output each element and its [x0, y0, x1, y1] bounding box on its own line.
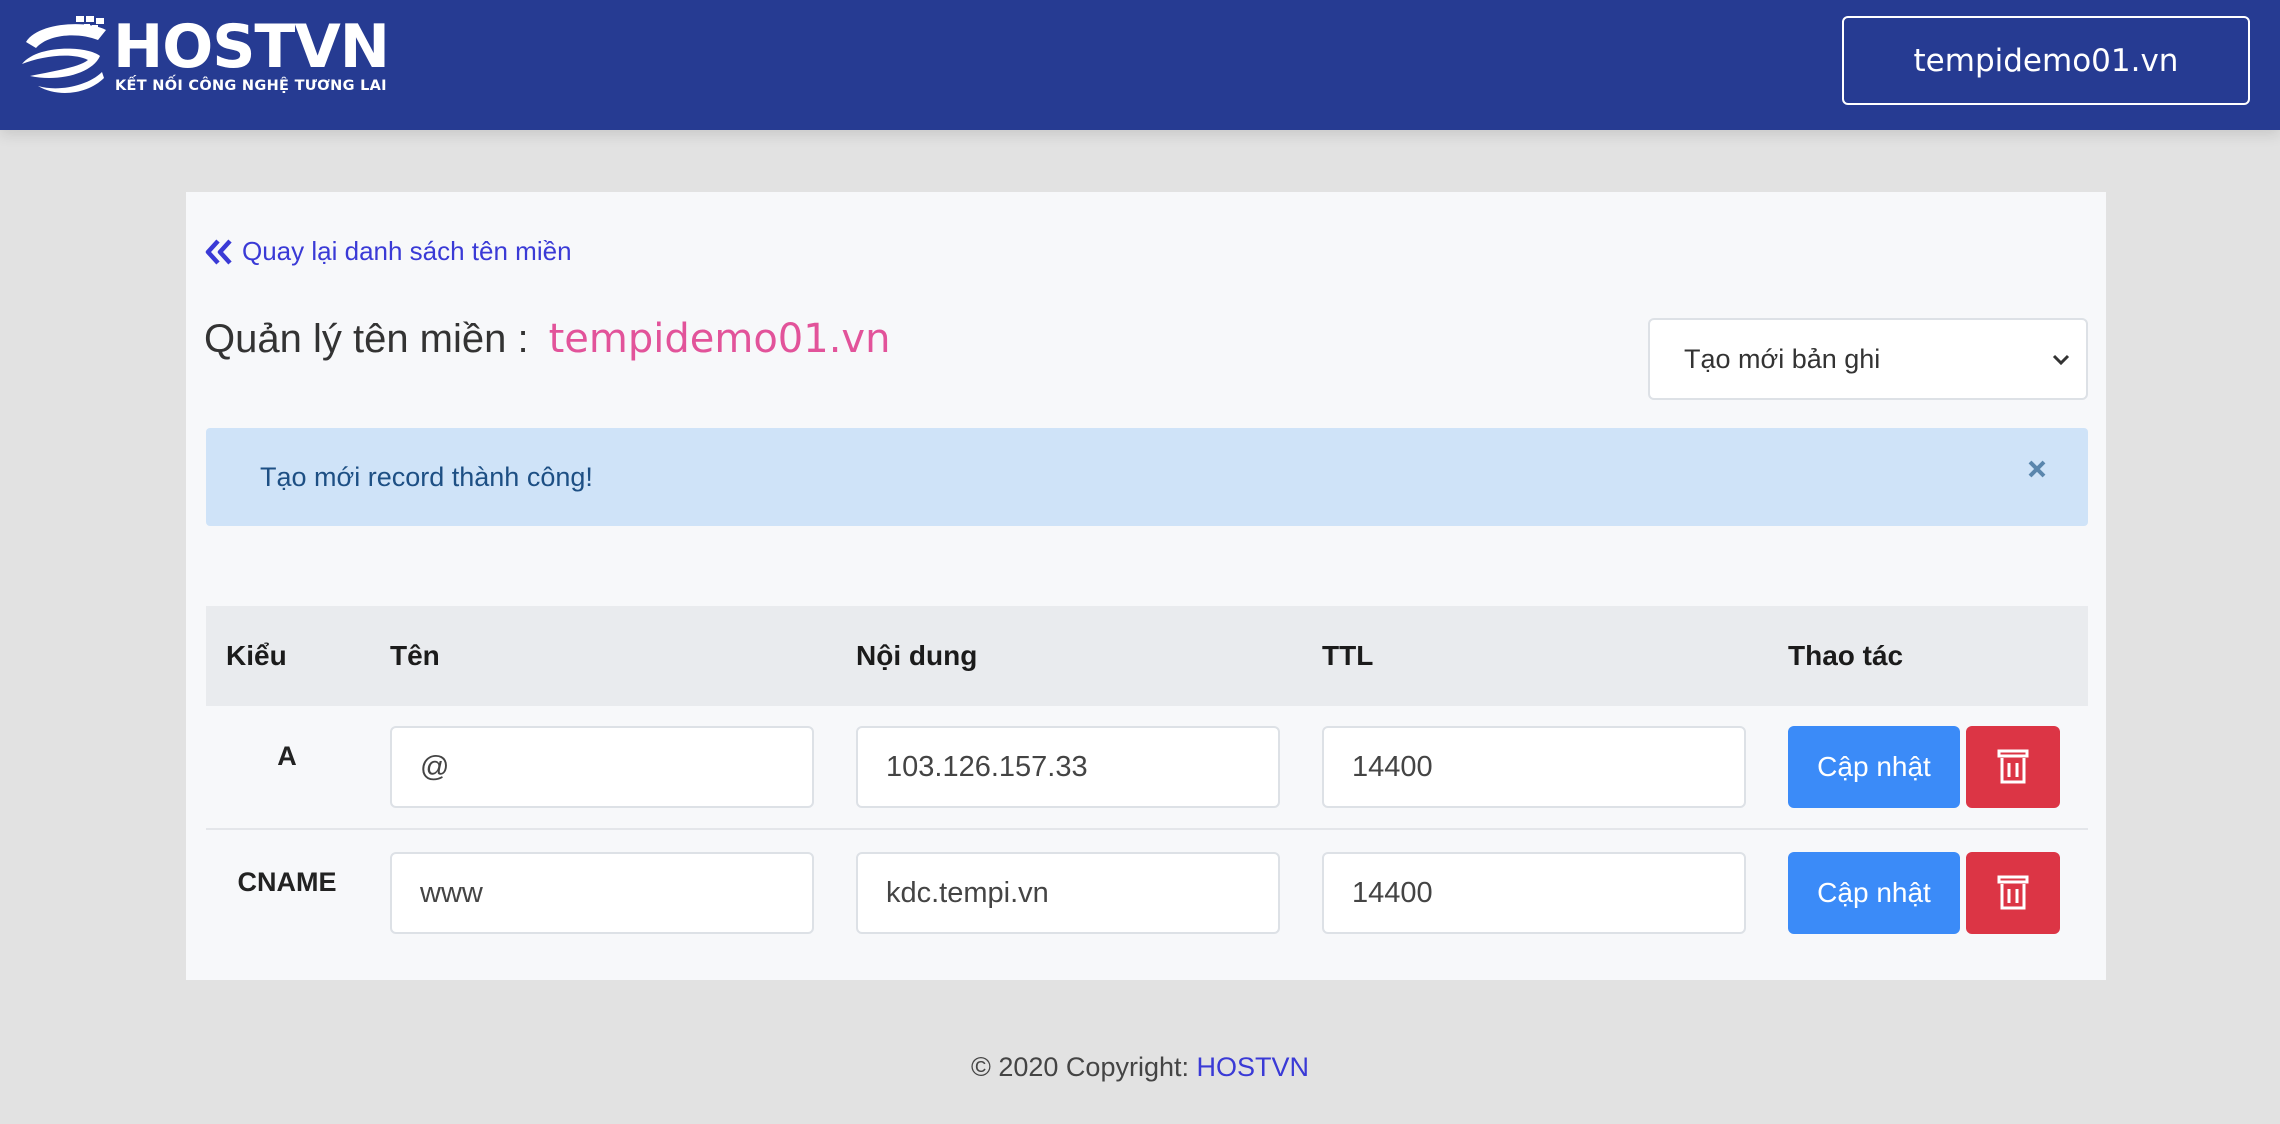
close-icon[interactable]: [2022, 454, 2052, 484]
current-domain-button[interactable]: tempidemo01.vn: [1842, 16, 2250, 105]
footer-copyright: © 2020 Copyright:: [970, 1052, 1197, 1082]
page-footer: © 2020 Copyright: HOSTVN: [0, 1052, 2280, 1083]
trash-icon: [1997, 749, 2029, 784]
record-content-input[interactable]: kdc.tempi.vn: [856, 852, 1280, 934]
column-header-content: Nội dung: [856, 640, 978, 671]
trash-icon: [1997, 875, 2029, 910]
top-navbar: HOSTVN KẾT NỐI CÔNG NGHỆ TƯƠNG LAI tempi…: [0, 0, 2280, 130]
page-title: Quản lý tên miền : tempidemo01.vn: [204, 316, 890, 362]
hostvn-logo[interactable]: HOSTVN KẾT NỐI CÔNG NGHỆ TƯƠNG LAI: [18, 12, 390, 102]
column-header-ttl: TTL: [1322, 640, 1374, 671]
back-to-domain-list-link[interactable]: Quay lại danh sách tên miền: [204, 236, 572, 267]
delete-record-button[interactable]: [1966, 726, 2060, 808]
logo-text: HOSTVN: [113, 12, 390, 82]
page-title-domain: tempidemo01.vn: [548, 316, 891, 362]
record-type: CNAME: [237, 866, 337, 897]
footer-hostvn-link[interactable]: HOSTVN: [1197, 1052, 1310, 1082]
create-record-select[interactable]: Tạo mới bản ghi: [1648, 318, 2088, 400]
record-type: A: [277, 740, 297, 771]
create-record-select-value: Tạo mới bản ghi: [1684, 343, 1881, 374]
delete-record-button[interactable]: [1966, 852, 2060, 934]
alert-message: Tạo mới record thành công!: [260, 461, 593, 492]
column-header-name: Tên: [390, 640, 440, 671]
record-content-input[interactable]: 103.126.157.33: [856, 726, 1280, 808]
update-record-button[interactable]: Cập nhật: [1788, 852, 1960, 934]
chevron-down-icon: [2052, 354, 2070, 366]
record-name-input[interactable]: @: [390, 726, 814, 808]
back-link-label: Quay lại danh sách tên miền: [242, 236, 572, 266]
success-alert: Tạo mới record thành công!: [206, 428, 2088, 526]
records-table-header: Kiểu Tên Nội dung TTL Thao tác: [206, 606, 2088, 706]
column-header-type: Kiểu: [226, 640, 287, 671]
update-record-button[interactable]: Cập nhật: [1788, 726, 1960, 808]
record-name-input[interactable]: www: [390, 852, 814, 934]
logo-mark-icon: [22, 16, 106, 93]
table-row: CNAME www kdc.tempi.vn 14400 Cập nhật: [206, 832, 2088, 956]
logo-tagline: KẾT NỐI CÔNG NGHỆ TƯƠNG LAI: [115, 78, 387, 94]
column-header-actions: Thao tác: [1788, 640, 1904, 671]
record-ttl-input[interactable]: 14400: [1322, 852, 1746, 934]
page-title-label: Quản lý tên miền :: [204, 317, 529, 361]
double-chevron-left-icon: [205, 238, 232, 265]
domain-management-card: Quay lại danh sách tên miền Quản lý tên …: [186, 192, 2106, 980]
table-row: A @ 103.126.157.33 14400 Cập nhật: [206, 706, 2088, 830]
record-ttl-input[interactable]: 14400: [1322, 726, 1746, 808]
